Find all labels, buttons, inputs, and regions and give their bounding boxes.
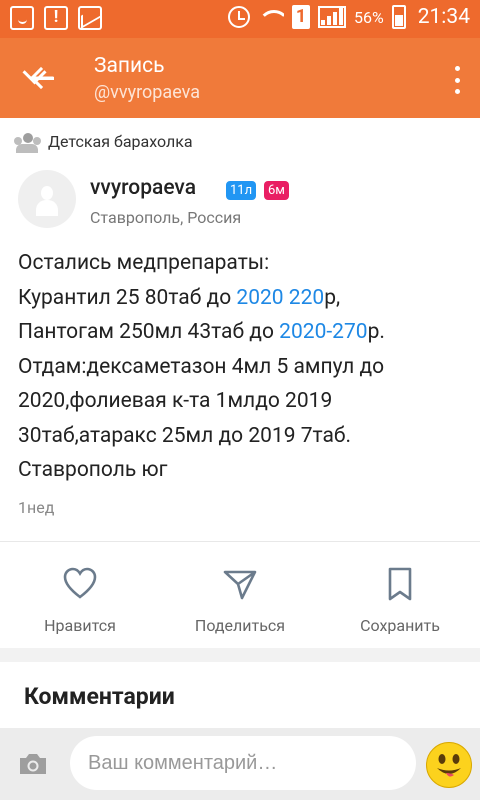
status-bar: 1 56% 21:34 — [0, 0, 480, 38]
age-badge: 11л — [226, 181, 257, 200]
post-link[interactable]: 2020 220 — [236, 286, 324, 310]
battery-percent: 56% — [354, 7, 384, 27]
post-line: Остались медпрепараты: — [18, 251, 270, 275]
save-button[interactable]: Сохранить — [330, 566, 470, 635]
share-button[interactable]: Поделиться — [170, 566, 310, 635]
overflow-menu-icon[interactable] — [452, 66, 462, 94]
page-subtitle: @vvyropaeva — [94, 82, 201, 103]
alert-notification-icon — [44, 6, 68, 30]
group-icon — [14, 132, 41, 153]
send-icon — [170, 566, 310, 606]
time-badge: 6м — [264, 181, 289, 200]
post-line: 30таб,атаракс 25мл до 2019 7таб. — [18, 423, 352, 448]
save-label: Сохранить — [360, 616, 440, 635]
mail-notification-icon — [78, 6, 102, 30]
section-divider — [0, 648, 480, 662]
app-bar: Запись @vvyropaeva — [0, 38, 480, 118]
post-line: Пантогам 250мл 43таб до 2020-270р. — [18, 320, 385, 344]
comment-bar — [0, 728, 480, 800]
comment-input[interactable] — [70, 736, 416, 790]
post-link[interactable]: 2020-270 — [279, 320, 367, 344]
share-label: Поделиться — [194, 616, 286, 635]
emoji-icon[interactable] — [426, 742, 472, 788]
page-title: Запись — [94, 54, 165, 78]
group-name: Детская барахолка — [48, 132, 193, 151]
bookmark-icon — [330, 566, 470, 606]
alarm-icon — [228, 6, 250, 28]
group-link[interactable]: Детская барахолка — [14, 132, 193, 153]
like-button[interactable]: Нравится — [10, 566, 150, 635]
battery-icon — [391, 5, 406, 29]
author-name[interactable]: vvyropaeva — [90, 176, 196, 200]
divider — [0, 541, 480, 542]
system-icons: 1 56% 21:34 — [228, 5, 470, 29]
avatar[interactable] — [18, 170, 76, 228]
author-location: Ставрополь, Россия — [90, 208, 242, 227]
heart-icon — [10, 566, 150, 606]
camera-icon[interactable] — [18, 752, 48, 776]
like-label: Нравится — [44, 616, 116, 635]
smile-notification-icon — [10, 6, 34, 30]
post-line: Отдам:дексаметазон 4мл 5 ампул до — [18, 354, 385, 379]
back-arrow-icon[interactable] — [22, 58, 62, 98]
post-time: 1нед — [18, 498, 55, 517]
clock: 21:34 — [417, 5, 470, 29]
wifi-icon — [258, 6, 284, 28]
post-line: Курантил 25 80таб до 2020 220р, — [18, 285, 341, 310]
notification-icons — [10, 6, 102, 30]
post-line: Ставрополь юг — [18, 458, 168, 482]
comments-heading: Комментарии — [24, 683, 175, 710]
signal-icon — [318, 6, 346, 28]
post-line: 2020,фолиевая к-та 1млдо 2019 — [18, 389, 333, 413]
post-text: Остались медпрепараты: Курантил 25 80таб… — [18, 246, 468, 488]
sim-icon: 1 — [292, 5, 310, 29]
